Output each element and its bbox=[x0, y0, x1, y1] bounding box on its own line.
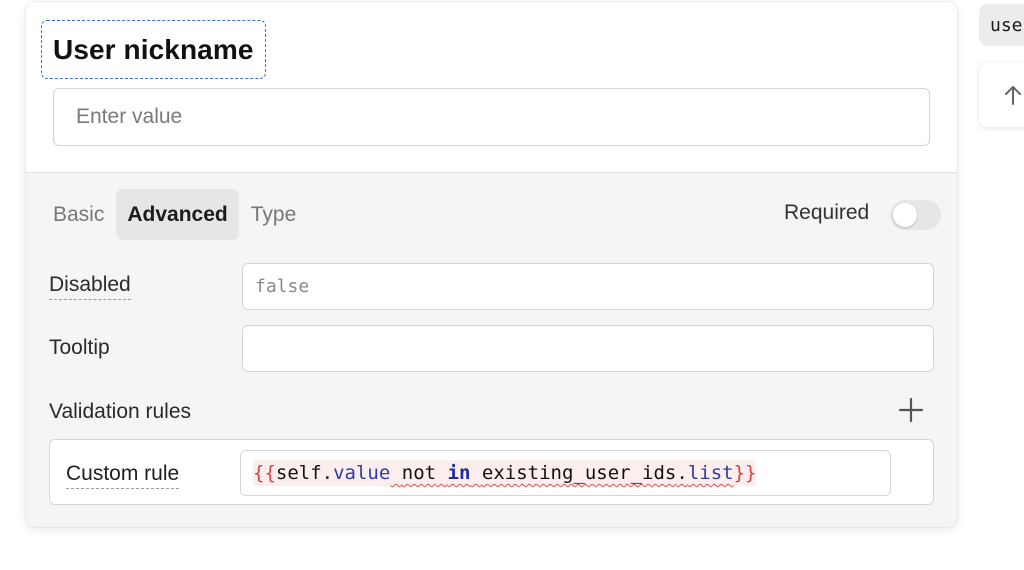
in-keyword-token: in bbox=[447, 462, 471, 484]
open-brace-token: {{ bbox=[253, 462, 276, 484]
list-token: list bbox=[687, 462, 734, 484]
tab-basic[interactable]: Basic bbox=[42, 189, 115, 240]
required-label: Required bbox=[784, 201, 870, 224]
tab-advanced[interactable]: Advanced bbox=[116, 189, 239, 240]
close-brace-token: }} bbox=[733, 462, 757, 484]
tab-type[interactable]: Type bbox=[240, 189, 308, 240]
required-toggle[interactable] bbox=[890, 200, 941, 230]
custom-rule-expression-input[interactable]: {{self.value not in existing_user_ids.li… bbox=[240, 450, 891, 496]
tooltip-input[interactable] bbox=[242, 325, 934, 372]
field-title-selection[interactable]: User nickname bbox=[41, 20, 266, 79]
side-action-card[interactable] bbox=[979, 63, 1024, 127]
custom-rule-label: Custom rule bbox=[66, 462, 180, 489]
field-title[interactable]: User nickname bbox=[53, 34, 254, 66]
dot-token: . bbox=[676, 462, 688, 484]
dot-token: . bbox=[321, 462, 334, 484]
component-inspector-card: User nickname Basic Advanced Type Requir… bbox=[26, 2, 957, 527]
template-expression: {{self.value not in existing_user_ids.li… bbox=[253, 460, 757, 486]
validation-rule-row: Custom rule {{self.value not in existing… bbox=[49, 439, 934, 505]
error-squiggle-span: not in existing_user_ids.list bbox=[390, 462, 734, 484]
disabled-label: Disabled bbox=[49, 273, 131, 300]
not-token: not bbox=[401, 462, 437, 484]
toggle-knob bbox=[893, 203, 917, 227]
settings-tabs: Basic Advanced Type bbox=[42, 189, 307, 240]
plus-icon[interactable] bbox=[898, 397, 924, 423]
disabled-input[interactable]: false bbox=[242, 263, 934, 310]
self-token: self bbox=[275, 462, 322, 484]
arrow-up-icon[interactable] bbox=[1001, 83, 1024, 107]
validation-rules-label: Validation rules bbox=[49, 400, 192, 423]
value-input[interactable] bbox=[53, 88, 930, 146]
field-preview-area: User nickname bbox=[26, 2, 957, 173]
existing-user-ids-token: existing_user_ids bbox=[481, 462, 677, 484]
side-component-chip[interactable]: user bbox=[979, 4, 1024, 46]
value-token: value bbox=[333, 462, 391, 484]
stage: User nickname Basic Advanced Type Requir… bbox=[0, 0, 1024, 570]
tooltip-label: Tooltip bbox=[49, 336, 110, 359]
